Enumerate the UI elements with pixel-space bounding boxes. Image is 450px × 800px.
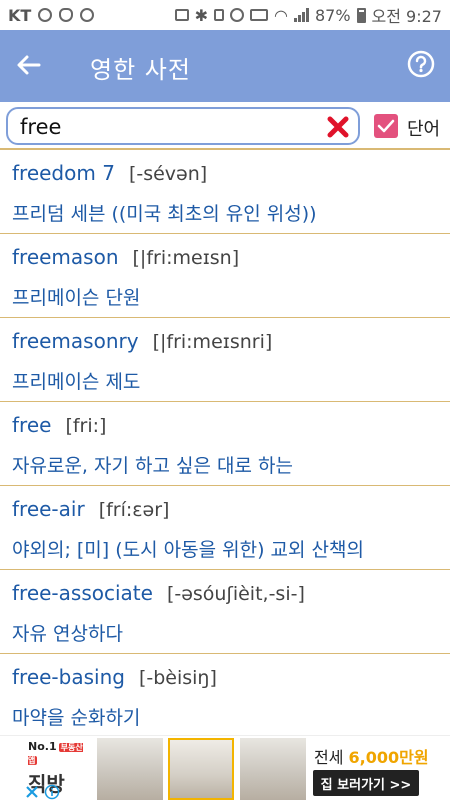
ad-cta-button[interactable]: 집 보러가기 >> xyxy=(313,770,419,796)
info-icon xyxy=(44,784,60,800)
checkmark-icon xyxy=(377,119,395,133)
meaning: 프리덤 세븐 ((미국 최초의 유인 위성)) xyxy=(12,203,317,225)
search-box xyxy=(6,107,360,145)
ad-price-prefix: 전세 xyxy=(314,748,349,767)
ad-badge: No.1 xyxy=(28,740,57,753)
alarm-icon xyxy=(230,8,244,22)
ad-close-button[interactable] xyxy=(24,784,40,800)
pronunciation: [-sévən] xyxy=(128,163,208,185)
back-button[interactable] xyxy=(14,50,44,80)
pronunciation: [frí:ɛər] xyxy=(98,499,170,521)
list-item[interactable]: freemason [|fri:meɪsn] 프리메이슨 단원 xyxy=(0,234,450,318)
cast-icon xyxy=(174,9,189,21)
signal-icon xyxy=(293,8,309,22)
pronunciation: [-bèisiŋ] xyxy=(138,667,217,689)
pronunciation: [|fri:meɪsn] xyxy=(132,247,240,269)
headword: free-air xyxy=(12,497,85,521)
meaning: 자유 연상하다 xyxy=(12,623,123,645)
list-item[interactable]: free-air [frí:ɛər] 야외의; [미] (도시 아동을 위한) 교… xyxy=(0,486,450,570)
ad-banner[interactable]: No.1 부동산앱 직방 전세 6,000만원 집 보러가기 >> xyxy=(0,735,450,800)
clear-search-button[interactable] xyxy=(326,115,350,139)
butterfly-icon xyxy=(59,8,74,22)
headword: free-basing xyxy=(12,665,125,689)
headword: free-associate xyxy=(12,581,153,605)
word-only-checkbox[interactable] xyxy=(374,114,398,138)
meaning: 프리메이슨 제도 xyxy=(12,371,141,393)
wifi-icon: ◠ xyxy=(274,5,288,25)
list-item[interactable]: free-associate [-əsóuʃièit,-si-] 자유 연상하다 xyxy=(0,570,450,654)
ad-room-photo xyxy=(168,738,234,800)
pronunciation: [|fri:meɪsnri] xyxy=(152,331,273,353)
app-header: 영한 사전 xyxy=(0,30,450,102)
headword: freemasonry xyxy=(12,329,139,353)
close-x-icon xyxy=(327,116,349,138)
results-list: freedom 7 [-sévən] 프리덤 세븐 ((미국 최초의 유인 위성)… xyxy=(0,150,450,735)
list-item[interactable]: free-basing [-bèisiŋ] 마약을 순화하기 xyxy=(0,654,450,735)
status-bar: KT ✱ ◠ 87% 오전 9:27 xyxy=(0,0,450,30)
meaning: 야외의; [미] (도시 아동을 위한) 교외 산책의 xyxy=(12,539,364,561)
pronunciation: [-əsóuʃièit,-si-] xyxy=(166,583,305,605)
headword: freemason xyxy=(12,245,119,269)
pronunciation: [fri:] xyxy=(65,415,107,437)
ad-room-photo xyxy=(97,738,163,800)
ad-price-value: 6,000만원 xyxy=(348,748,429,767)
meaning: 프리메이슨 단원 xyxy=(12,287,141,309)
refresh-icon xyxy=(80,8,95,22)
bluetooth-icon: ✱ xyxy=(194,5,208,25)
battery-percent: 87% xyxy=(314,5,351,25)
search-bar: 단어 xyxy=(0,102,450,150)
headword: free xyxy=(12,413,52,437)
meaning: 마약을 순화하기 xyxy=(12,707,141,729)
word-only-label: 단어 xyxy=(407,119,441,140)
carrier-label: KT xyxy=(8,5,32,25)
meaning: 자유로운, 자기 하고 싶은 대로 하는 xyxy=(12,455,293,477)
list-item[interactable]: freedom 7 [-sévən] 프리덤 세븐 ((미국 최초의 유인 위성)… xyxy=(0,150,450,234)
question-icon xyxy=(407,50,435,78)
list-item[interactable]: free [fri:] 자유로운, 자기 하고 싶은 대로 하는 xyxy=(0,402,450,486)
ad-price: 전세 6,000만원 xyxy=(314,744,429,768)
chrome-icon xyxy=(38,8,53,22)
ad-room-photo xyxy=(240,738,306,800)
close-icon xyxy=(26,786,38,798)
arrow-left-icon xyxy=(17,55,41,75)
search-input[interactable] xyxy=(20,112,320,142)
battery-icon xyxy=(356,7,366,23)
help-button[interactable] xyxy=(406,49,436,79)
clock-time: 오전 9:27 xyxy=(371,7,442,26)
ad-info-button[interactable] xyxy=(44,784,60,800)
page-title: 영한 사전 xyxy=(90,56,191,84)
hd-icon xyxy=(250,9,268,21)
mute-icon xyxy=(214,9,224,21)
headword: freedom 7 xyxy=(12,161,115,185)
list-item[interactable]: freemasonry [|fri:meɪsnri] 프리메이슨 제도 xyxy=(0,318,450,402)
